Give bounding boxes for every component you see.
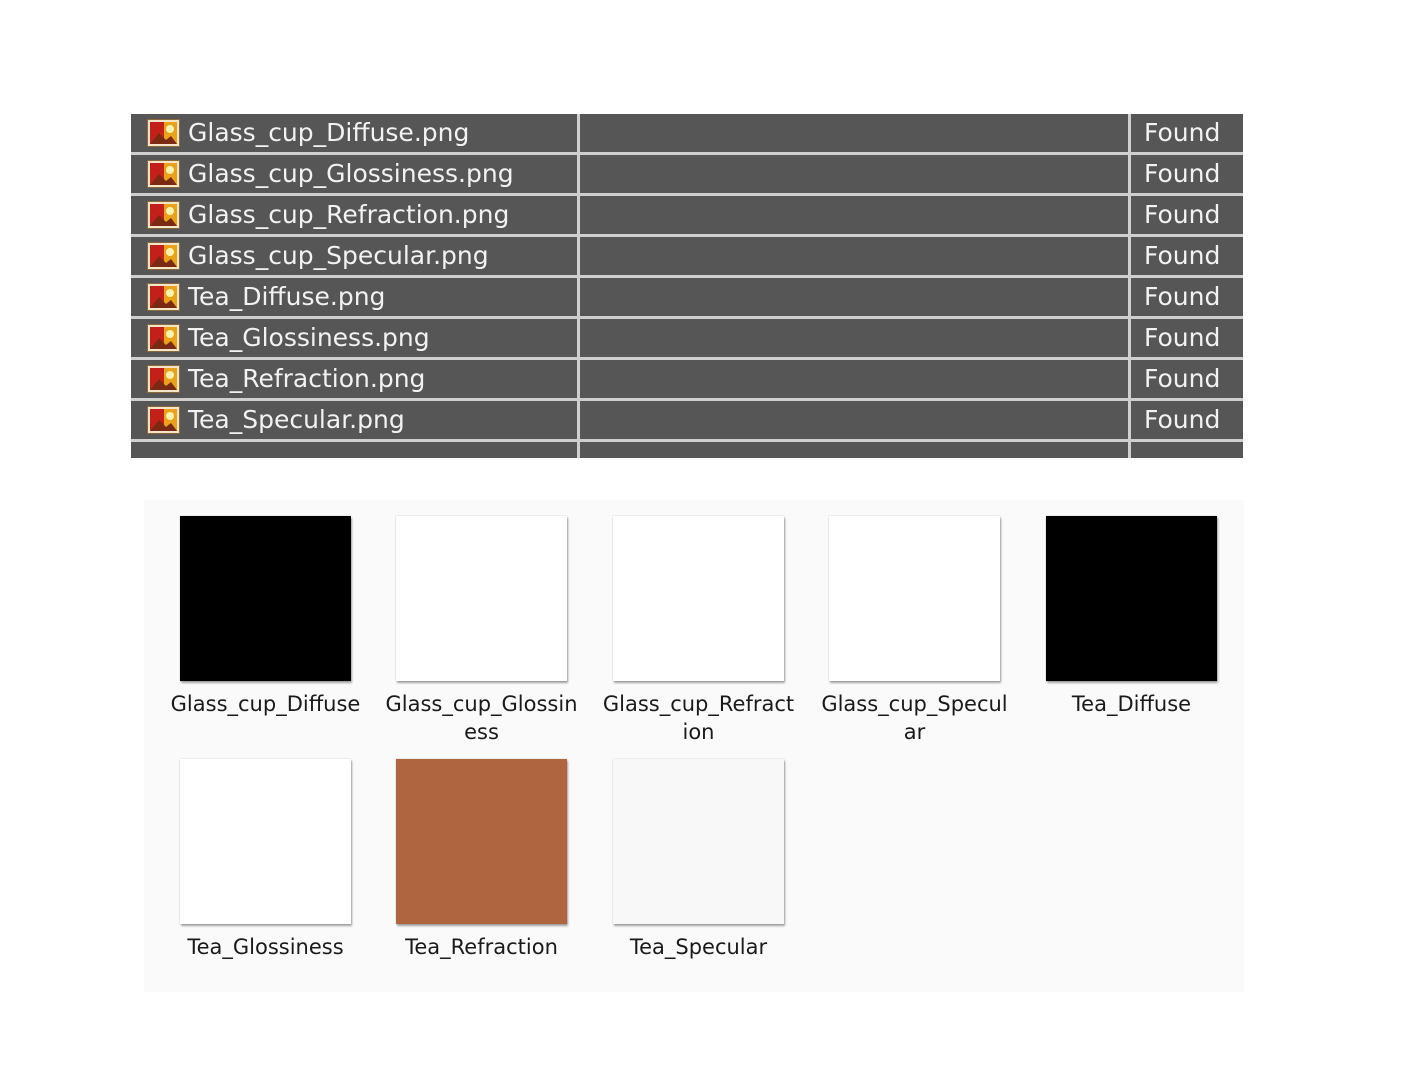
asset-row[interactable]: Glass_cup_Diffuse.png Found xyxy=(131,114,1243,152)
asset-file-name: Tea_Diffuse.png xyxy=(188,282,386,311)
image-file-icon xyxy=(147,119,180,147)
thumbnail-label: Glass_cup_Diffuse xyxy=(170,692,361,716)
column-divider xyxy=(577,114,580,458)
image-file-icon xyxy=(147,160,180,188)
asset-status: Found xyxy=(1144,323,1221,352)
asset-status: Found xyxy=(1144,282,1221,311)
asset-status: Found xyxy=(1144,118,1221,147)
asset-file-name: Glass_cup_Refraction.png xyxy=(188,200,510,229)
thumbnail-image xyxy=(613,516,784,681)
image-file-icon xyxy=(147,324,180,352)
thumbnail-label: Tea_Refraction xyxy=(405,935,558,959)
thumbnail-view: Glass_cup_Diffuse Glass_cup_Glossiness G… xyxy=(144,500,1244,992)
asset-file-name: Tea_Specular.png xyxy=(188,405,405,434)
thumbnail-label: Tea_Specular xyxy=(629,935,768,959)
thumbnail-image xyxy=(613,759,784,924)
thumbnail-image xyxy=(829,516,1000,681)
asset-status: Found xyxy=(1144,159,1221,188)
image-file-icon xyxy=(147,242,180,270)
thumbnail-label: Glass_cup_Glossiness xyxy=(385,692,578,744)
asset-file-name: Tea_Refraction.png xyxy=(188,364,426,393)
screenshot-page: Glass_cup_Diffuse.png Found Glass_cup_Gl… xyxy=(0,0,1403,1080)
asset-file-name: Glass_cup_Specular.png xyxy=(188,241,489,270)
thumbnail-label: Tea_Glossiness xyxy=(187,935,344,959)
thumbnail-label: Glass_cup_Refraction xyxy=(602,692,795,744)
asset-row[interactable]: Tea_Refraction.png Found xyxy=(131,360,1243,398)
asset-row[interactable]: Tea_Specular.png Found xyxy=(131,401,1243,439)
thumbnail-image xyxy=(396,516,567,681)
asset-status: Found xyxy=(1144,364,1221,393)
asset-status: Found xyxy=(1144,200,1221,229)
asset-list-table: Glass_cup_Diffuse.png Found Glass_cup_Gl… xyxy=(131,114,1243,458)
image-file-icon xyxy=(147,365,180,393)
asset-row[interactable]: Glass_cup_Refraction.png Found xyxy=(131,196,1243,234)
asset-file-name: Glass_cup_Glossiness.png xyxy=(188,159,514,188)
thumbnail-image xyxy=(180,516,351,681)
column-divider xyxy=(1128,114,1131,458)
thumbnail-image xyxy=(1046,516,1217,681)
thumbnail-image xyxy=(180,759,351,924)
thumbnail-image xyxy=(396,759,567,924)
asset-file-name: Tea_Glossiness.png xyxy=(188,323,430,352)
image-file-icon xyxy=(147,406,180,434)
asset-row[interactable]: Glass_cup_Specular.png Found xyxy=(131,237,1243,275)
thumbnail-label: Glass_cup_Specular xyxy=(821,692,1008,744)
image-file-icon xyxy=(147,283,180,311)
asset-row[interactable]: Tea_Diffuse.png Found xyxy=(131,278,1243,316)
asset-row[interactable]: Glass_cup_Glossiness.png Found xyxy=(131,155,1243,193)
thumbnail-label: Tea_Diffuse xyxy=(1071,692,1192,716)
image-file-icon xyxy=(147,201,180,229)
asset-status: Found xyxy=(1144,405,1221,434)
asset-row[interactable]: Tea_Glossiness.png Found xyxy=(131,319,1243,357)
asset-status: Found xyxy=(1144,241,1221,270)
empty-row xyxy=(131,442,1243,458)
asset-file-name: Glass_cup_Diffuse.png xyxy=(188,118,470,147)
